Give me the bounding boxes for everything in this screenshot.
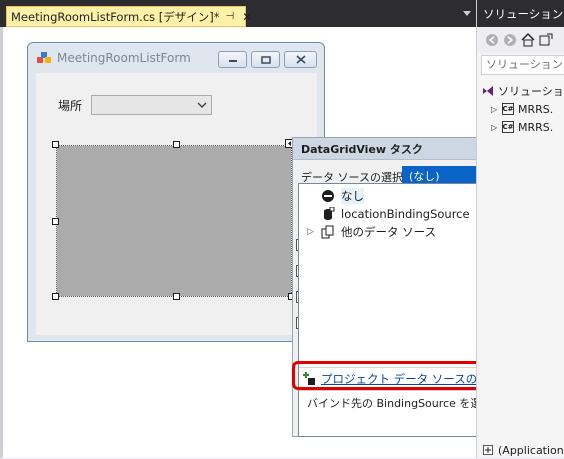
- form-app-icon: [37, 52, 51, 63]
- csharp-project-icon: C#: [502, 121, 514, 133]
- close-icon: [295, 55, 306, 64]
- close-button[interactable]: [284, 51, 317, 68]
- datagridview[interactable]: [57, 146, 291, 296]
- none-icon: [321, 189, 335, 203]
- solution-node[interactable]: ソリューショ: [481, 82, 564, 100]
- place-label: 場所: [58, 99, 83, 113]
- resize-handle-top[interactable]: [173, 141, 180, 148]
- csharp-project-icon: C#: [502, 103, 514, 115]
- dropdown-item-label: locationBindingSource: [341, 207, 470, 221]
- vs-solution-icon: [481, 84, 495, 98]
- dropdown-item-label: なし: [341, 188, 364, 204]
- solution-explorer-pane: ソリューション エク ソリューション エク ソリューショ ▷ C# MRRS. …: [476, 0, 564, 458]
- solution-explorer-title: ソリューション エク: [477, 0, 564, 27]
- project-node-label: MRRS.: [518, 102, 554, 116]
- forward-icon[interactable]: [503, 33, 517, 47]
- minimize-icon: [228, 59, 237, 62]
- application-node-label: (Application: [498, 443, 564, 457]
- document-tab-title: MeetingRoomListForm.cs [デザイン]*: [11, 9, 220, 24]
- data-sources-icon: [321, 225, 335, 239]
- datasource-combobox-value: (なし): [409, 169, 440, 183]
- project-node-label: MRRS.: [518, 120, 554, 134]
- binding-source-icon: [321, 207, 335, 221]
- minimize-button[interactable]: [218, 51, 247, 68]
- maximize-button[interactable]: [251, 51, 280, 68]
- expand-arrow-icon[interactable]: ▷: [491, 123, 501, 132]
- back-icon[interactable]: [485, 33, 499, 47]
- resize-handle-left[interactable]: [52, 218, 59, 225]
- solution-explorer-toolbar: [477, 27, 564, 53]
- resize-handle-bottom-left[interactable]: [52, 293, 59, 300]
- place-combobox[interactable]: [91, 95, 212, 115]
- home-icon[interactable]: [521, 33, 535, 47]
- close-tab-icon[interactable]: ✕: [242, 10, 252, 24]
- pin-icon[interactable]: ⊣: [226, 11, 235, 22]
- solution-node-label: ソリューショ: [498, 85, 564, 98]
- expand-arrow-icon[interactable]: ▷: [307, 227, 317, 237]
- expand-arrow-icon[interactable]: ▷: [491, 105, 501, 114]
- form-title: MeetingRoomListForm: [57, 51, 191, 65]
- red-highlight-box: [292, 361, 495, 390]
- tab-overflow-dropdown-icon[interactable]: [462, 10, 472, 18]
- resize-handle-top-left[interactable]: [52, 141, 59, 148]
- dropdown-item-label: 他のデータ ソース: [341, 225, 437, 239]
- resize-handle-bottom[interactable]: [173, 293, 180, 300]
- solution-search-input[interactable]: ソリューション エク: [481, 55, 564, 75]
- sync-icon[interactable]: [539, 33, 553, 47]
- maximize-icon: [260, 55, 271, 64]
- chevron-down-icon: [197, 102, 207, 108]
- expand-plus-icon[interactable]: [481, 443, 495, 457]
- application-node[interactable]: (Application: [481, 441, 564, 459]
- project-node[interactable]: ▷ C# MRRS.: [491, 118, 553, 136]
- document-tab[interactable]: MeetingRoomListForm.cs [デザイン]* ⊣ ✕: [6, 6, 252, 27]
- project-node[interactable]: ▷ C# MRRS.: [491, 100, 553, 118]
